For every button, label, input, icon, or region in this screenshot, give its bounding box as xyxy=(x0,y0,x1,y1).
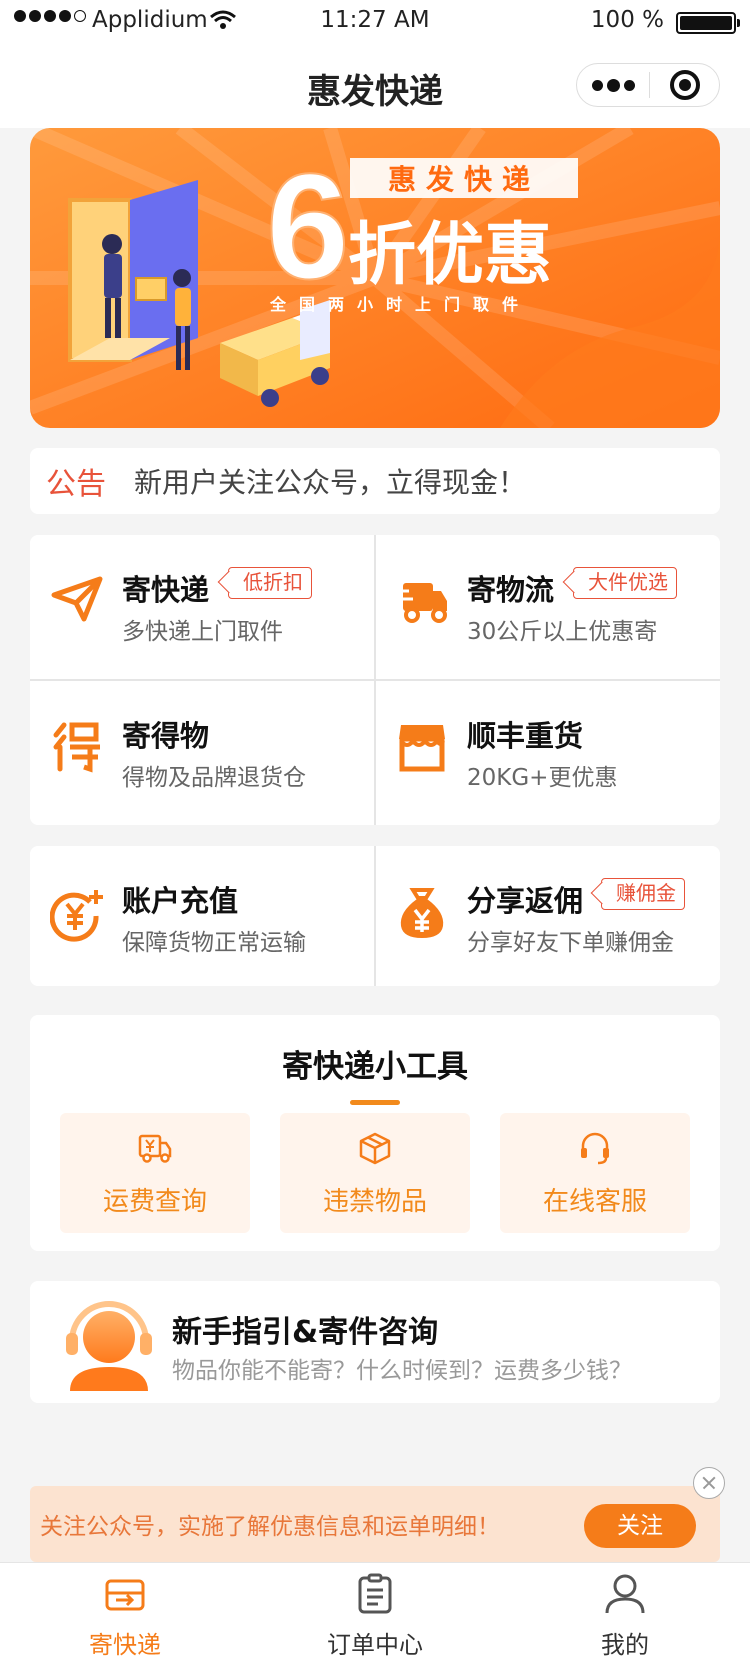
service-subtitle: 得物及品牌退货仓 xyxy=(122,765,306,791)
service-account-recharge[interactable]: 账户充值 保障货物正常运输 xyxy=(30,846,375,986)
dewu-icon xyxy=(53,722,100,773)
banner-brand: 惠发快递 xyxy=(388,163,540,196)
status-bar: Applidium 11:27 AM 100 % xyxy=(0,0,750,44)
store-icon xyxy=(399,725,445,772)
service-sf-heavy[interactable]: 顺丰重货 20KG+更优惠 xyxy=(375,681,720,826)
customer-service-avatar xyxy=(66,1301,152,1391)
newbie-guide-card[interactable]: 新手指引&寄件咨询 物品你能不能寄？什么时候到？运费多少钱？ xyxy=(30,1281,720,1403)
follow-bar-text: 关注公众号，实施了解优惠信息和运单明细！ xyxy=(40,1514,500,1540)
guide-subtitle: 物品你能不能寄？什么时候到？运费多少钱？ xyxy=(172,1358,632,1384)
tool-label: 运费查询 xyxy=(102,1187,207,1217)
tab-order-center[interactable]: 订单中心 xyxy=(250,1563,500,1664)
tools-title-underline xyxy=(350,1100,400,1105)
service-subtitle: 分享好友下单赚佣金 xyxy=(467,930,674,956)
service-title: 寄快递 xyxy=(122,573,210,607)
tool-label: 在线客服 xyxy=(542,1187,647,1217)
close-miniprogram-button[interactable] xyxy=(650,70,719,100)
tools-title: 寄快递小工具 xyxy=(282,1049,468,1085)
banner-subline: 全国两小时上门取件 xyxy=(269,295,531,314)
navigation-bar: 惠发快递 xyxy=(0,44,750,128)
tool-freight-query[interactable]: 运费查询 xyxy=(60,1113,250,1233)
tool-label: 违禁物品 xyxy=(322,1187,427,1217)
yen-plus-icon xyxy=(50,890,103,942)
miniprogram-capsule xyxy=(576,63,720,107)
battery-icon xyxy=(676,12,740,34)
target-icon xyxy=(669,70,700,100)
battery-percent: 100 % xyxy=(590,7,664,33)
service-badge: 大件优选 xyxy=(573,567,677,599)
promo-banner[interactable]: 6 惠发快递 折优惠 全国两小时上门取件 xyxy=(30,128,720,428)
account-services-grid: 账户充值 保障货物正常运输 分享返佣 赚佣金 分享好友下单赚佣金 xyxy=(30,846,720,986)
service-title: 寄得物 xyxy=(122,719,210,753)
tool-prohibited-items[interactable]: 违禁物品 xyxy=(280,1113,470,1233)
tab-label: 我的 xyxy=(601,1631,649,1659)
banner-illustration: 6 惠发快递 折优惠 全国两小时上门取件 xyxy=(30,128,720,428)
user-icon xyxy=(605,1574,645,1614)
tab-send-express[interactable]: 寄快递 xyxy=(0,1563,250,1664)
freight-truck-icon xyxy=(138,1134,172,1163)
tab-bar: 寄快递 订单中心 我的 xyxy=(0,1562,750,1664)
notice-bar[interactable]: 公告 新用户关注公众号，立得现金！ xyxy=(30,448,720,514)
service-title: 寄物流 xyxy=(467,573,555,607)
headset-icon xyxy=(581,1132,609,1165)
service-send-express[interactable]: 寄快递 低折扣 多快递上门取件 xyxy=(30,535,375,680)
service-send-dewu[interactable]: 寄得物 得物及品牌退货仓 xyxy=(30,681,375,826)
banner-headline: 折优惠 xyxy=(348,216,552,295)
guide-title: 新手指引&寄件咨询 xyxy=(172,1315,439,1350)
services-grid: 寄快递 低折扣 多快递上门取件 寄物流 大件优选 30公斤以上优惠寄 寄得物 得… xyxy=(30,535,720,825)
more-menu-icon[interactable] xyxy=(577,64,649,106)
notice-tag: 公告 xyxy=(46,467,106,502)
notice-text: 新用户关注公众号，立得现金！ xyxy=(134,466,527,499)
service-subtitle: 保障货物正常运输 xyxy=(122,930,306,956)
service-share-commission[interactable]: 分享返佣 赚佣金 分享好友下单赚佣金 xyxy=(375,846,720,986)
service-subtitle: 20KG+更优惠 xyxy=(467,765,618,791)
follow-official-account-bar: 关注公众号，实施了解优惠信息和运单明细！ 关注 xyxy=(30,1486,720,1562)
tools-panel: 寄快递小工具 运费查询 违禁物品 在线客服 xyxy=(30,1015,720,1251)
send-box-icon xyxy=(105,1579,145,1611)
paper-plane-icon xyxy=(51,576,103,622)
service-badge: 赚佣金 xyxy=(601,878,685,910)
clipboard-icon xyxy=(358,1573,392,1614)
service-title: 分享返佣 xyxy=(467,884,584,918)
money-bag-icon xyxy=(400,888,444,938)
service-title: 顺丰重货 xyxy=(467,719,584,753)
tool-online-service[interactable]: 在线客服 xyxy=(500,1113,690,1233)
service-send-logistics[interactable]: 寄物流 大件优选 30公斤以上优惠寄 xyxy=(375,535,720,680)
truck-icon xyxy=(395,583,447,623)
service-badge: 低折扣 xyxy=(228,567,312,599)
close-follow-bar-icon[interactable] xyxy=(693,1467,725,1499)
tab-mine[interactable]: 我的 xyxy=(500,1563,750,1664)
service-subtitle: 30公斤以上优惠寄 xyxy=(467,619,658,645)
box-icon xyxy=(359,1132,391,1165)
service-subtitle: 多快递上门取件 xyxy=(122,619,283,645)
banner-digit: 6 xyxy=(266,142,349,310)
tab-label: 订单中心 xyxy=(327,1631,423,1659)
tab-label: 寄快递 xyxy=(89,1631,161,1659)
service-title: 账户充值 xyxy=(122,884,239,918)
follow-button[interactable]: 关注 xyxy=(584,1504,696,1548)
